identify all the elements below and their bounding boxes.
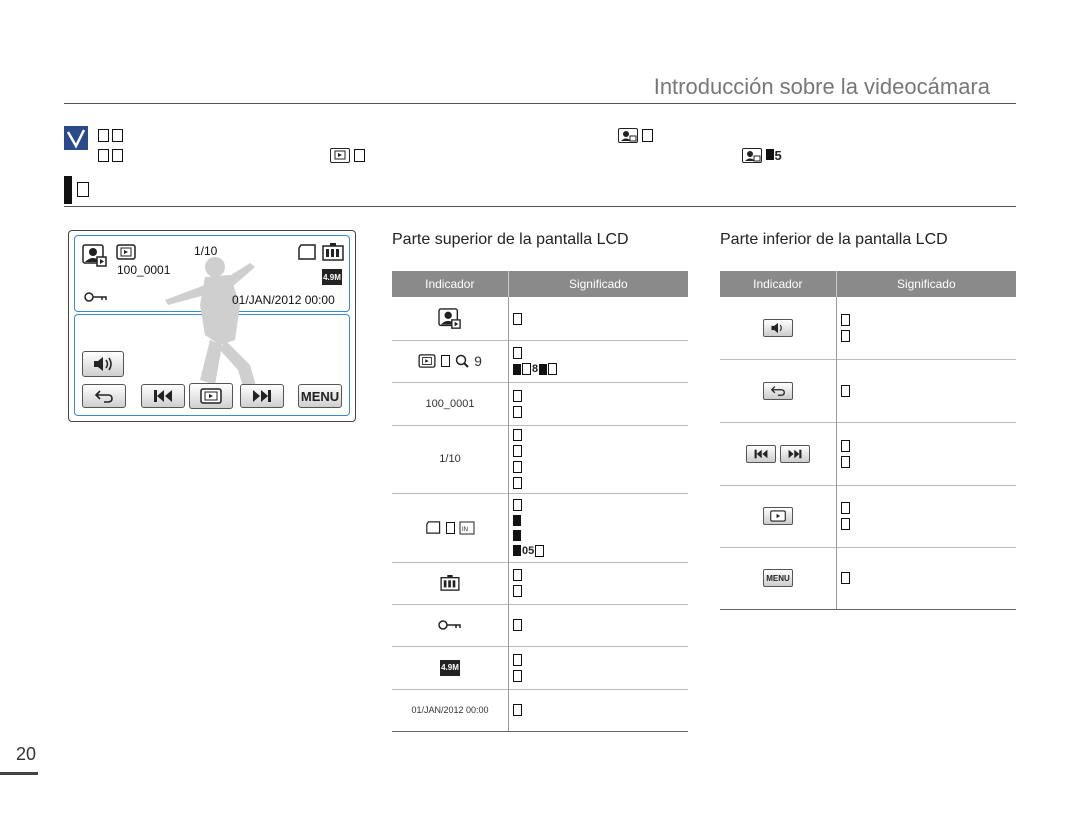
note-line-2 bbox=[98, 148, 126, 163]
section-divider bbox=[64, 206, 1016, 207]
lower-table-title: Parte inferior de la pantalla LCD bbox=[720, 231, 948, 248]
page-header-title: Introducción sobre la videocámara bbox=[653, 74, 990, 99]
lcd-photo-size-badge: 4.9M bbox=[322, 269, 342, 285]
lcd-protect-key-icon bbox=[84, 290, 108, 308]
play-mode-icon bbox=[330, 147, 368, 165]
internal-memory-icon: IN bbox=[459, 521, 474, 534]
checkmark-icon bbox=[64, 126, 88, 150]
zoom-icon bbox=[455, 354, 469, 368]
upper-row-counter: 1/10 bbox=[392, 425, 688, 494]
lower-row-menu: MENU bbox=[720, 547, 1016, 610]
lower-col-indicator: Indicador bbox=[720, 271, 837, 297]
menu-button[interactable]: MENU bbox=[298, 384, 342, 408]
skip-back-icon bbox=[746, 444, 776, 463]
battery-icon bbox=[440, 575, 460, 591]
return-arrow-icon bbox=[763, 381, 793, 400]
zoom-level: 9 bbox=[474, 353, 482, 369]
page-number: 20 bbox=[16, 744, 37, 764]
memory-card-icon bbox=[425, 521, 440, 534]
section-marker bbox=[64, 176, 72, 204]
upper-col-meaning: Significado bbox=[568, 277, 628, 291]
lcd-photo-playback-icon bbox=[82, 244, 108, 273]
lcd-play-icon bbox=[116, 244, 136, 265]
lcd-file-number: 100_0001 bbox=[117, 263, 171, 277]
skip-back-icon bbox=[154, 390, 172, 402]
photo-playback-icon bbox=[438, 307, 461, 329]
meaning-number: 8 bbox=[532, 363, 539, 375]
counter-indicator: 1/10 bbox=[392, 425, 509, 493]
lcd-memory-card-icon bbox=[298, 244, 318, 265]
file-number-indicator: 100_0001 bbox=[392, 382, 509, 425]
photo-size-badge: 4.9M bbox=[440, 659, 460, 676]
upper-row-storage: IN 05 bbox=[392, 493, 688, 563]
dancer-silhouette bbox=[165, 257, 260, 403]
meaning-number: 05 bbox=[522, 544, 535, 557]
speaker-icon bbox=[94, 357, 112, 371]
section-title-glyph bbox=[77, 181, 92, 199]
upper-col-indicator: Indicador bbox=[392, 271, 509, 297]
back-button[interactable] bbox=[82, 384, 126, 408]
playback-button[interactable] bbox=[189, 383, 233, 409]
lower-row-skip bbox=[720, 422, 1016, 486]
upper-row-protect bbox=[392, 604, 688, 647]
upper-row-battery bbox=[392, 562, 688, 605]
lower-row-playback bbox=[720, 485, 1016, 548]
lcd-battery-icon bbox=[322, 243, 344, 266]
svg-text:IN: IN bbox=[462, 527, 468, 533]
lower-table-header: Indicador Significado bbox=[720, 271, 1016, 297]
skip-forward-icon bbox=[253, 390, 271, 402]
photo-playback-icon bbox=[618, 127, 656, 145]
datetime-indicator: 01/JAN/2012 00:00 bbox=[392, 689, 509, 731]
upper-row-photo-size: 4.9M bbox=[392, 646, 688, 690]
header-divider bbox=[64, 103, 1016, 104]
skip-forward-icon bbox=[780, 444, 810, 463]
menu-icon: MENU bbox=[763, 569, 793, 587]
volume-button[interactable] bbox=[82, 351, 124, 377]
lower-row-back bbox=[720, 359, 1016, 423]
play-mode-icon bbox=[763, 507, 793, 525]
upper-row-play-zoom: 9 8 bbox=[392, 340, 688, 383]
lcd-datetime: 01/JAN/2012 00:00 bbox=[232, 293, 335, 307]
return-arrow-icon bbox=[94, 390, 113, 403]
note-suffix-text: 5 bbox=[774, 148, 782, 163]
lcd-counter: 1/10 bbox=[194, 244, 218, 258]
previous-button[interactable] bbox=[141, 384, 185, 408]
lower-row-volume bbox=[720, 297, 1016, 360]
next-button[interactable] bbox=[240, 384, 284, 408]
upper-row-datetime: 01/JAN/2012 00:00 bbox=[392, 689, 688, 732]
upper-table-header: Indicador Significado bbox=[392, 271, 688, 297]
play-mode-icon bbox=[200, 388, 222, 404]
upper-row-photo-playback bbox=[392, 297, 688, 341]
lower-col-meaning: Significado bbox=[896, 277, 956, 291]
note-line-1 bbox=[98, 128, 126, 143]
upper-row-file-number: 100_0001 bbox=[392, 382, 688, 426]
upper-table-title: Parte superior de la pantalla LCD bbox=[392, 231, 629, 248]
page-number-rule bbox=[0, 772, 38, 775]
volume-icon bbox=[763, 319, 793, 337]
play-mode-icon bbox=[418, 354, 436, 368]
photo-view-icon: 5 bbox=[742, 147, 782, 165]
protect-key-icon bbox=[438, 620, 461, 630]
